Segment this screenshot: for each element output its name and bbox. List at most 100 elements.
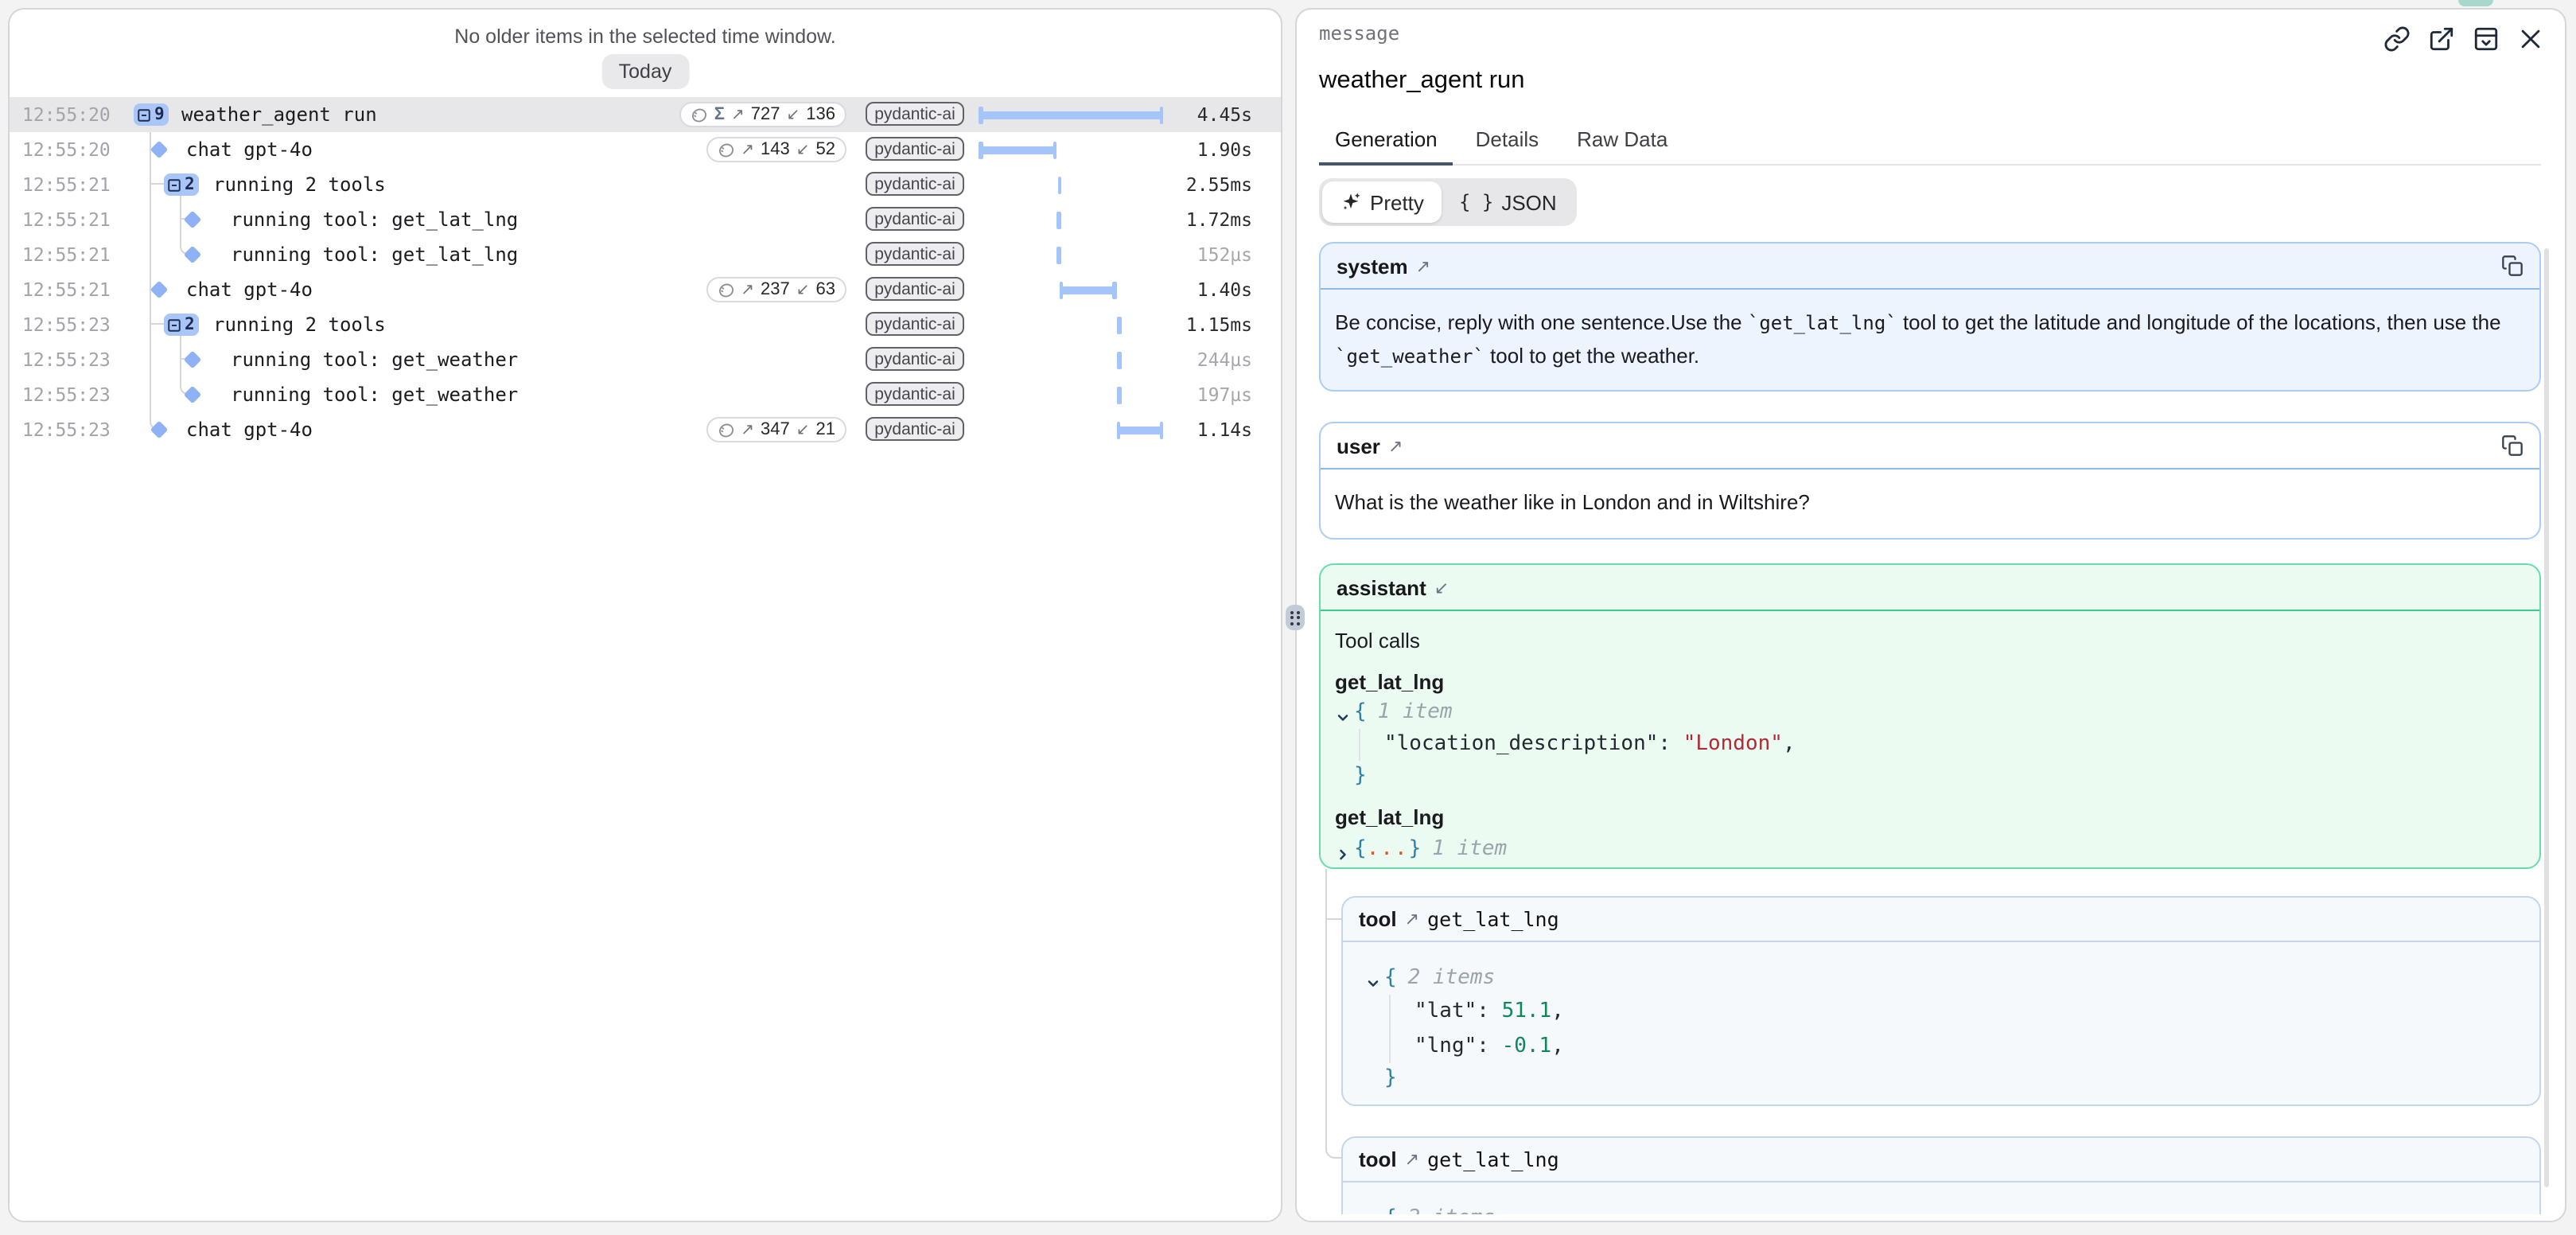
timeline-track — [979, 342, 1171, 377]
json-root-line: {2 items — [1365, 963, 2523, 995]
minus-square-icon — [167, 177, 181, 192]
duration-tick — [1056, 246, 1060, 263]
collapse-toggle-badge[interactable]: 9 — [134, 103, 169, 126]
trace-row[interactable]: 12:55:21running tool: get_lat_lngpydanti… — [10, 202, 1281, 237]
tool-name: get_lat_lng — [1427, 907, 1559, 931]
timeline-track — [979, 377, 1171, 412]
scope-tag[interactable]: pydantic-ai — [866, 242, 964, 266]
detail-scroll-area[interactable]: message weather_agent run Generation D — [1297, 10, 2565, 1214]
tokens-out-arrow: ↙ — [787, 106, 800, 123]
timeline-track — [979, 307, 1171, 342]
role-label: tool — [1359, 907, 1397, 931]
scope-tag[interactable]: pydantic-ai — [866, 277, 964, 301]
outbound-arrow-icon[interactable]: ↗ — [1405, 1149, 1419, 1170]
trace-list-panel: No older items in the selected time wind… — [8, 8, 1282, 1222]
tokens-out-arrow: ↙ — [796, 141, 810, 158]
outbound-arrow-icon[interactable]: ↗ — [1416, 255, 1430, 276]
panel-resize-handle[interactable] — [1286, 605, 1305, 630]
span-duration: 197µs — [1197, 384, 1252, 406]
json-toggle-button[interactable]: { } JSON — [1442, 181, 1574, 223]
role-label: user — [1337, 434, 1380, 458]
chevron-down-icon[interactable] — [1365, 1211, 1381, 1214]
tab-generation[interactable]: Generation — [1319, 127, 1453, 166]
span-title: running tool: get_lat_lng — [231, 243, 518, 266]
json-children: "lat": 51.1, "lng": -0.1, — [1389, 995, 2523, 1063]
duration-tick — [1057, 176, 1061, 193]
trace-row[interactable]: 12:55:23 running tool: get_weather pydanti… — [10, 342, 1281, 377]
chevron-down-icon[interactable] — [1365, 971, 1381, 987]
outbound-arrow-icon[interactable]: ↗ — [1405, 909, 1419, 929]
row-timestamp: 12:55:20 — [22, 138, 111, 161]
trace-row[interactable]: 12:55:209weather_agent runΣ↗727↙136pydan… — [10, 97, 1281, 132]
scope-tag[interactable]: pydantic-ai — [866, 207, 964, 231]
trace-row[interactable]: 12:55:212running 2 toolspydantic-ai2.55m… — [10, 167, 1281, 202]
scope-tag[interactable]: pydantic-ai — [866, 312, 964, 336]
coin-icon — [717, 421, 734, 438]
open-external-icon[interactable] — [2428, 25, 2455, 53]
copy-icon[interactable] — [2501, 255, 2523, 277]
trace-row[interactable]: 12:55:23chat gpt-4o↗347↙21pydantic-ai1.1… — [10, 412, 1281, 447]
copy-link-icon[interactable] — [2383, 25, 2411, 53]
today-button[interactable]: Today — [601, 54, 690, 89]
scope-tag[interactable]: pydantic-ai — [866, 417, 964, 441]
scrollbar-thumb[interactable] — [2544, 248, 2549, 1187]
collapse-toggle-badge[interactable]: 2 — [164, 314, 200, 336]
duration-tick — [1057, 211, 1061, 228]
trace-row[interactable]: 12:55:21chat gpt-4o↗237↙63pydantic-ai1.4… — [10, 272, 1281, 307]
empty-history-note: No older items in the selected time wind… — [10, 25, 1281, 48]
timeline-track — [979, 272, 1171, 307]
scope-tag[interactable]: pydantic-ai — [866, 102, 964, 126]
span-duration: 244µs — [1197, 349, 1252, 371]
span-diamond-icon — [184, 386, 202, 404]
tokens-out-arrow: ↙ — [796, 281, 810, 298]
timeline-track — [979, 202, 1171, 237]
chevron-right-icon[interactable] — [1335, 841, 1351, 857]
span-diamond-icon — [184, 211, 202, 229]
copy-icon[interactable] — [2501, 434, 2523, 457]
pretty-toggle-button[interactable]: Pretty — [1322, 181, 1442, 223]
json-collapsed-line: {...}1 item — [1335, 833, 2523, 865]
token-usage-badge: Σ↗727↙136 — [679, 102, 846, 127]
chevron-down-icon[interactable] — [1335, 705, 1351, 721]
dock-panel-icon[interactable] — [2473, 25, 2500, 53]
tab-details[interactable]: Details — [1460, 127, 1555, 164]
tab-raw-data[interactable]: Raw Data — [1561, 127, 1683, 164]
span-title: running tool: get_weather — [231, 349, 518, 371]
row-timestamp: 12:55:23 — [22, 349, 111, 371]
row-timestamp: 12:55:21 — [22, 173, 111, 196]
span-diamond-icon — [184, 351, 202, 369]
tool-result-card: tool ↗ get_lat_lng {2 items "lat": 51.1,… — [1341, 896, 2541, 1106]
row-timestamp: 12:55:23 — [22, 314, 111, 336]
span-duration: 1.15ms — [1186, 314, 1252, 336]
detail-tabs: Generation Details Raw Data — [1319, 127, 2541, 166]
trace-row[interactable]: 12:55:23running tool: get_weatherpydanti… — [10, 377, 1281, 412]
token-usage-badge: ↗143↙52 — [706, 137, 846, 162]
top-edge-indicator — [2458, 0, 2493, 6]
system-message-text: Be concise, reply with one sentence.Use … — [1321, 290, 2539, 388]
tool-call-name: get_lat_lng — [1335, 802, 2523, 833]
collapse-toggle-badge[interactable]: 2 — [164, 173, 200, 196]
trace-row[interactable]: 12:55:20chat gpt-4o↗143↙52pydantic-ai1.9… — [10, 132, 1281, 167]
tool-name: get_lat_lng — [1427, 1147, 1559, 1171]
duration-tick — [1117, 386, 1121, 403]
bar-cap — [1053, 141, 1056, 158]
outbound-arrow-icon[interactable]: ↗ — [1388, 435, 1403, 456]
scope-tag[interactable]: pydantic-ai — [866, 137, 964, 161]
token-usage-badge: ↗237↙63 — [706, 277, 846, 302]
json-root-line: {1 item — [1335, 697, 2523, 729]
timeline-track — [979, 97, 1171, 132]
trace-row[interactable]: 12:55:21running tool: get_lat_lngpydanti… — [10, 237, 1281, 272]
inbound-arrow-icon[interactable]: ↙ — [1434, 577, 1449, 598]
trace-row[interactable]: 12:55:232running 2 toolspydantic-ai1.15m… — [10, 307, 1281, 342]
span-title: running tool: get_lat_lng — [231, 208, 518, 231]
span-duration: 1.14s — [1197, 419, 1252, 441]
close-icon[interactable] — [2517, 25, 2544, 53]
scope-tag[interactable]: pydantic-ai — [866, 172, 964, 196]
scope-tag[interactable]: pydantic-ai — [866, 347, 964, 371]
span-duration: 1.72ms — [1186, 208, 1252, 231]
tokens-in-arrow: ↗ — [741, 141, 754, 158]
bar-cap — [1116, 421, 1120, 438]
span-diamond-icon — [150, 141, 169, 159]
bar-cap — [1159, 106, 1163, 123]
scope-tag[interactable]: pydantic-ai — [866, 382, 964, 406]
